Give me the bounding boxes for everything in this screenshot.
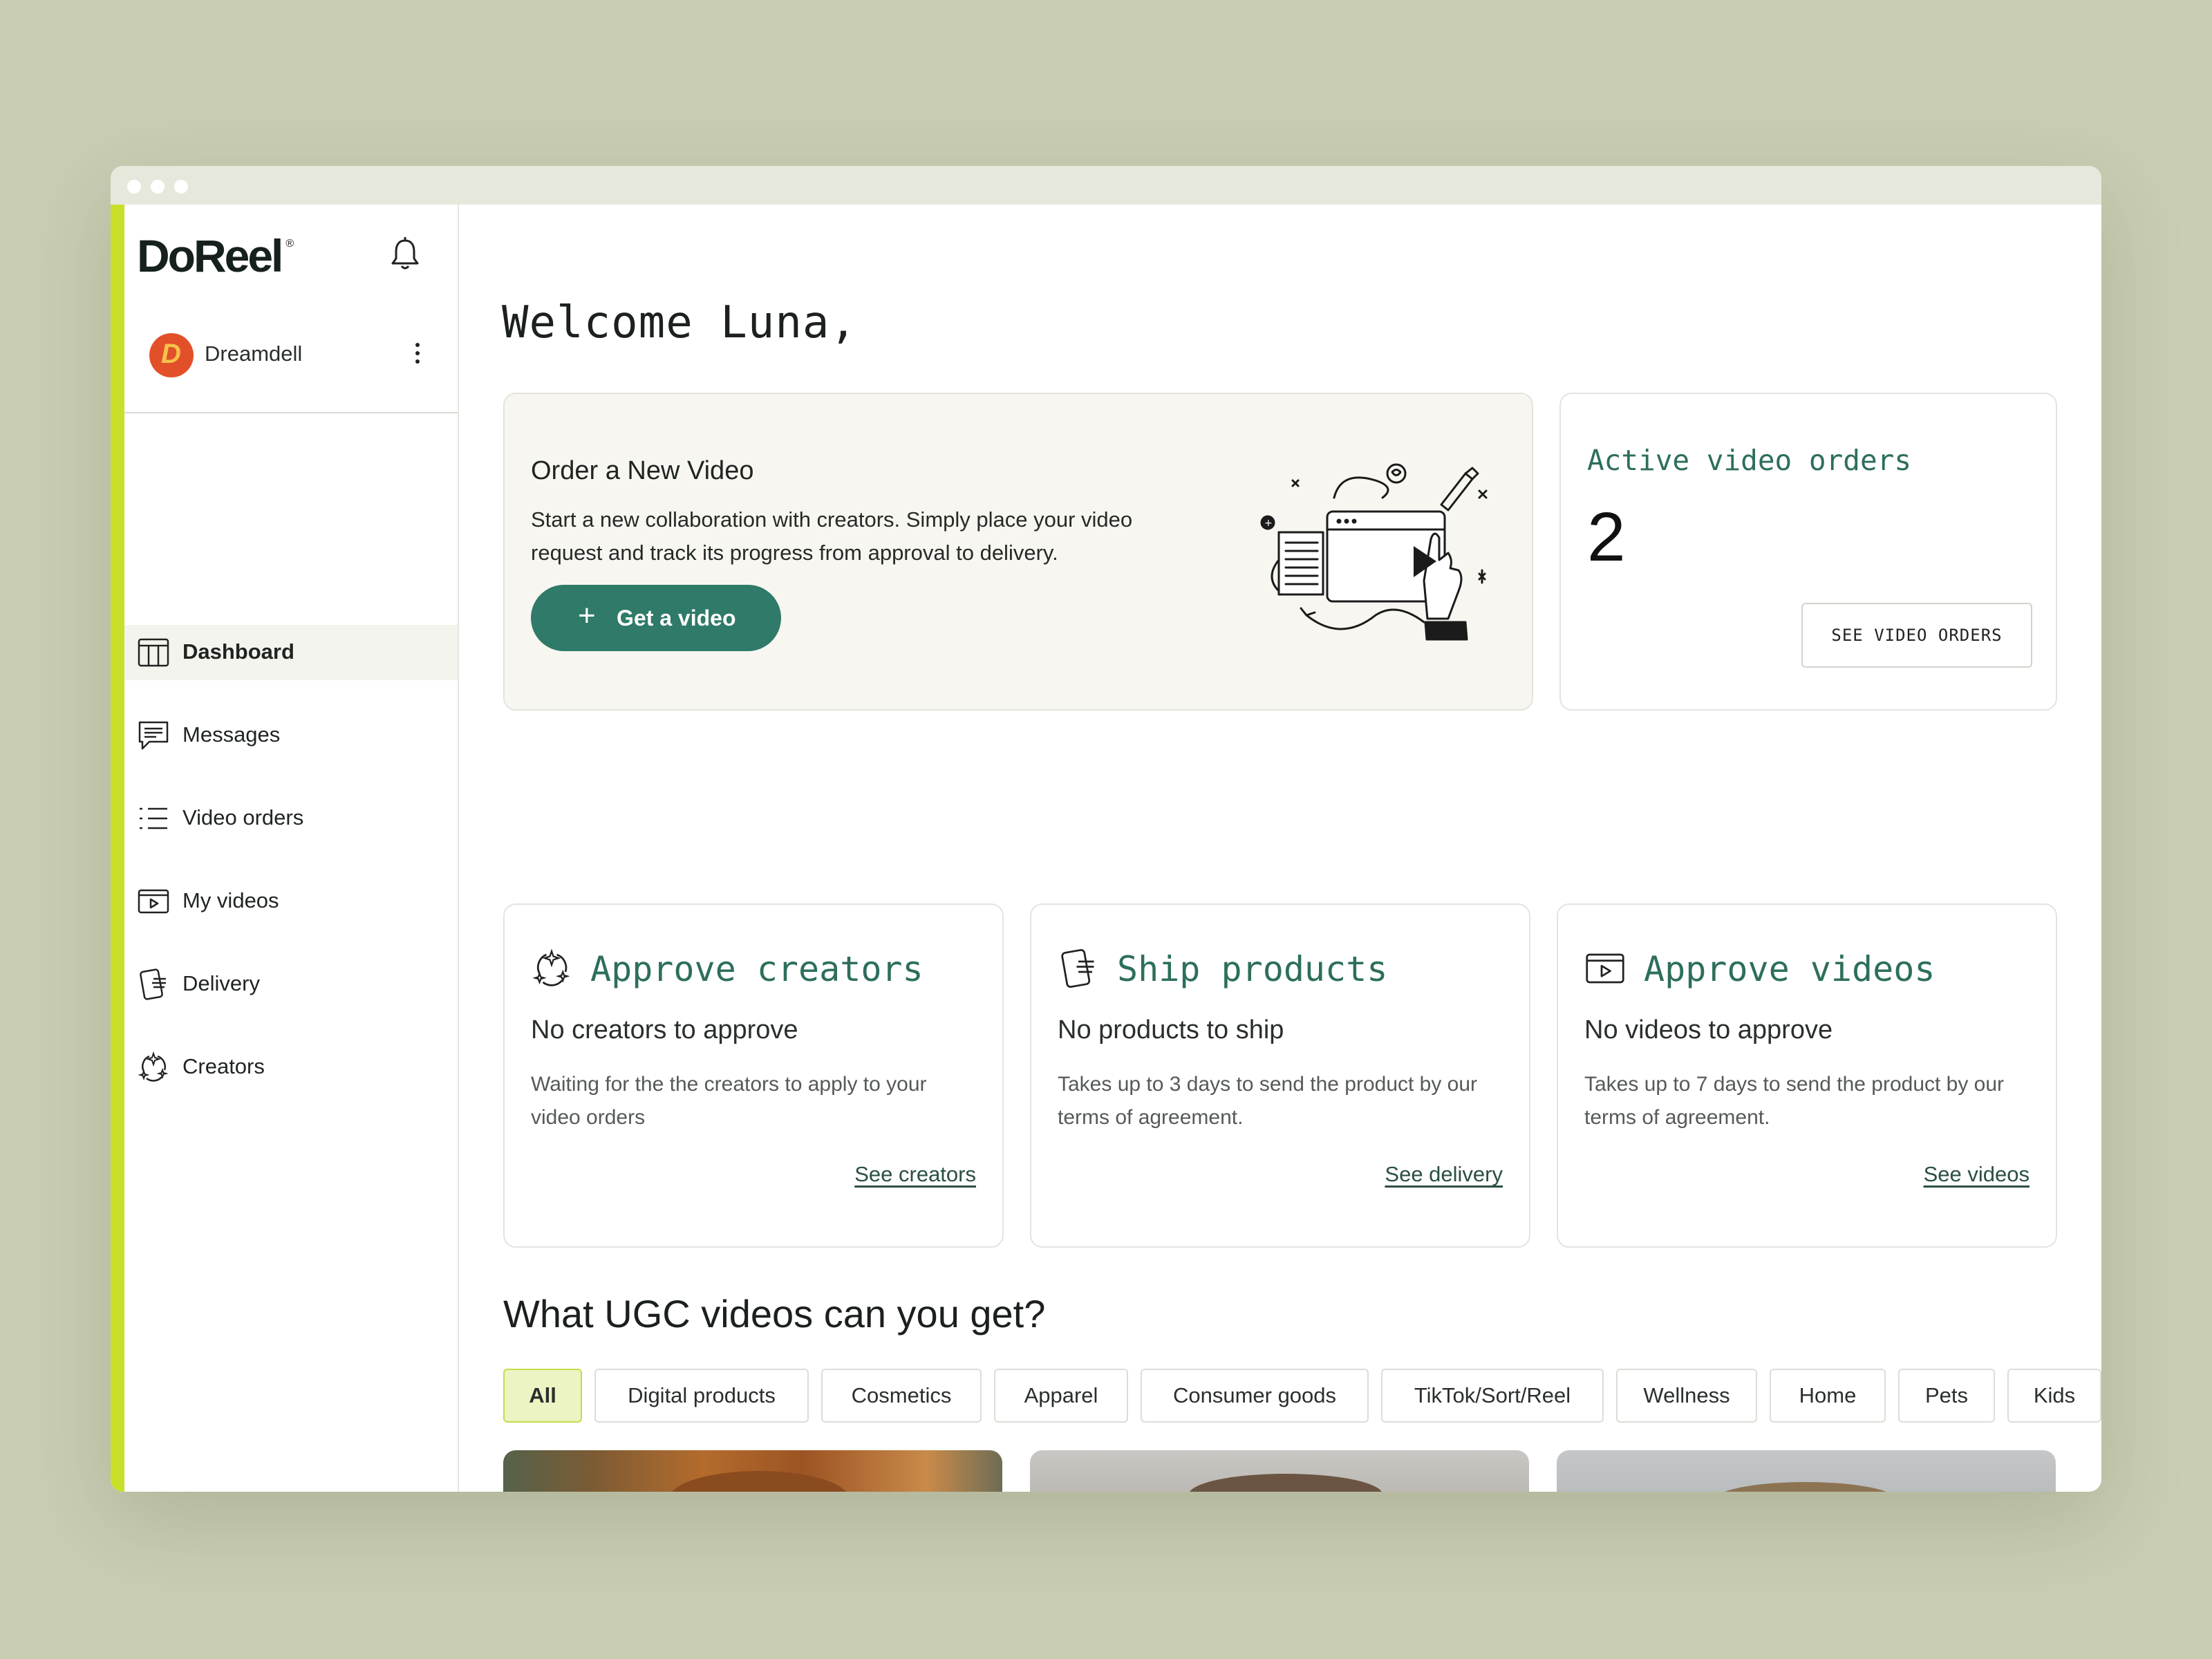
task-title: Approve creators [590,949,924,989]
sidebar-item-label: Delivery [182,971,260,995]
active-orders-card: Active video orders 2 SEE VIDEO ORDERS [1559,393,2057,711]
window-maximize-dot[interactable] [174,180,188,194]
category-chip-cosmetics[interactable]: Cosmetics [821,1369,982,1423]
category-chip-wellness[interactable]: Wellness [1616,1369,1757,1423]
approve-videos-card: Approve videos No videos to approve Take… [1557,903,2057,1248]
ship-products-card: Ship products No products to ship Takes … [1030,903,1530,1248]
ugc-section-heading: What UGC videos can you get? [503,1292,1046,1335]
video-thumbnail[interactable] [1557,1450,2056,1492]
see-delivery-link[interactable]: See delivery [1385,1162,1503,1187]
category-chip-apparel[interactable]: Apparel [994,1369,1128,1423]
sidebar-item-label: My videos [182,888,279,912]
svg-text:+: + [1264,518,1273,529]
window-minimize-dot[interactable] [151,180,165,194]
company-switcher[interactable]: D Dreamdell [149,333,440,379]
delivery-icon [1061,948,1094,988]
category-chip-consumer-goods[interactable]: Consumer goods [1141,1369,1369,1423]
dashboard-icon [138,638,169,667]
category-chip-home[interactable]: Home [1770,1369,1886,1423]
category-chip-tiktok[interactable]: TikTok/Sort/Reel [1381,1369,1604,1423]
video-icon [1586,953,1624,984]
category-chip-kids[interactable]: Kids [2007,1369,2101,1423]
company-name: Dreamdell [205,341,303,366]
order-video-card: Order a New Video Start a new collaborat… [503,393,1533,711]
see-creators-link[interactable]: See creators [854,1162,976,1187]
sidebar-item-label: Dashboard [182,639,294,664]
main-content: Welcome Luna, Order a New Video Start a … [458,205,2101,1492]
active-orders-count: 2 [1587,498,1626,576]
sidebar-item-dashboard[interactable]: Dashboard [124,625,458,680]
dog-face [669,1471,849,1492]
task-subtitle: No products to ship [1058,1015,1284,1044]
category-chip-digital-products[interactable]: Digital products [594,1369,809,1423]
sidebar-divider [124,412,458,413]
video-icon [138,889,169,914]
sidebar-item-video-orders[interactable]: Video orders [124,791,458,846]
person-hair [1189,1474,1382,1492]
sidebar-item-messages[interactable]: Messages [124,708,458,763]
task-description: Waiting for the the creators to apply to… [531,1073,927,1129]
list-icon [140,807,167,830]
video-order-illustration: + [1260,463,1488,641]
task-subtitle: No creators to approve [531,1015,798,1044]
plus-icon: + [578,599,596,632]
category-chip-all[interactable]: All [503,1369,582,1423]
get-video-button[interactable]: + Get a video [531,585,781,651]
app-window: DoReel ® D Dreamdell Dashboard Messages … [111,166,2101,1492]
messages-icon [138,721,169,750]
creators-icon [138,1051,169,1082]
sidebar-item-label: Creators [182,1054,265,1078]
window-titlebar [111,166,2101,205]
task-description: Takes up to 3 days to send the product b… [1058,1073,1478,1129]
sidebar-item-creators[interactable]: Creators [124,1040,458,1095]
company-avatar: D [149,333,194,377]
accent-strip [111,205,124,1492]
more-options-icon[interactable] [411,339,424,372]
sidebar-item-label: Video orders [182,805,304,830]
sidebar-item-label: Messages [182,722,281,747]
person-hair [1716,1482,1895,1492]
creators-icon [532,948,570,986]
window-close-dot[interactable] [127,180,141,194]
active-orders-title: Active video orders [1587,444,1911,477]
see-videos-link[interactable]: See videos [1924,1162,2030,1187]
sidebar-item-my-videos[interactable]: My videos [124,874,458,929]
app-logo[interactable]: DoReel ® [137,229,294,282]
sidebar-item-delivery[interactable]: Delivery [124,957,458,1012]
video-thumbnail[interactable] [503,1450,1002,1492]
task-title: Approve videos [1644,949,1936,989]
category-chip-pets[interactable]: Pets [1898,1369,1995,1423]
page-title: Welcome Luna, [502,297,857,348]
get-video-label: Get a video [617,606,736,630]
order-card-title: Order a New Video [531,456,754,485]
order-card-description: Start a new collaboration with creators.… [531,507,1133,565]
sidebar: DoReel ® D Dreamdell Dashboard Messages … [124,205,459,1492]
video-thumbnail[interactable] [1030,1450,1529,1492]
approve-creators-card: Approve creators No creators to approve … [503,903,1004,1248]
task-title: Ship products [1117,949,1388,989]
task-description: Takes up to 7 days to send the product b… [1584,1073,2005,1129]
delivery-icon [140,968,166,1000]
bell-icon[interactable] [388,235,422,274]
see-video-orders-button[interactable]: SEE VIDEO ORDERS [1801,603,2032,668]
task-subtitle: No videos to approve [1584,1015,1833,1044]
